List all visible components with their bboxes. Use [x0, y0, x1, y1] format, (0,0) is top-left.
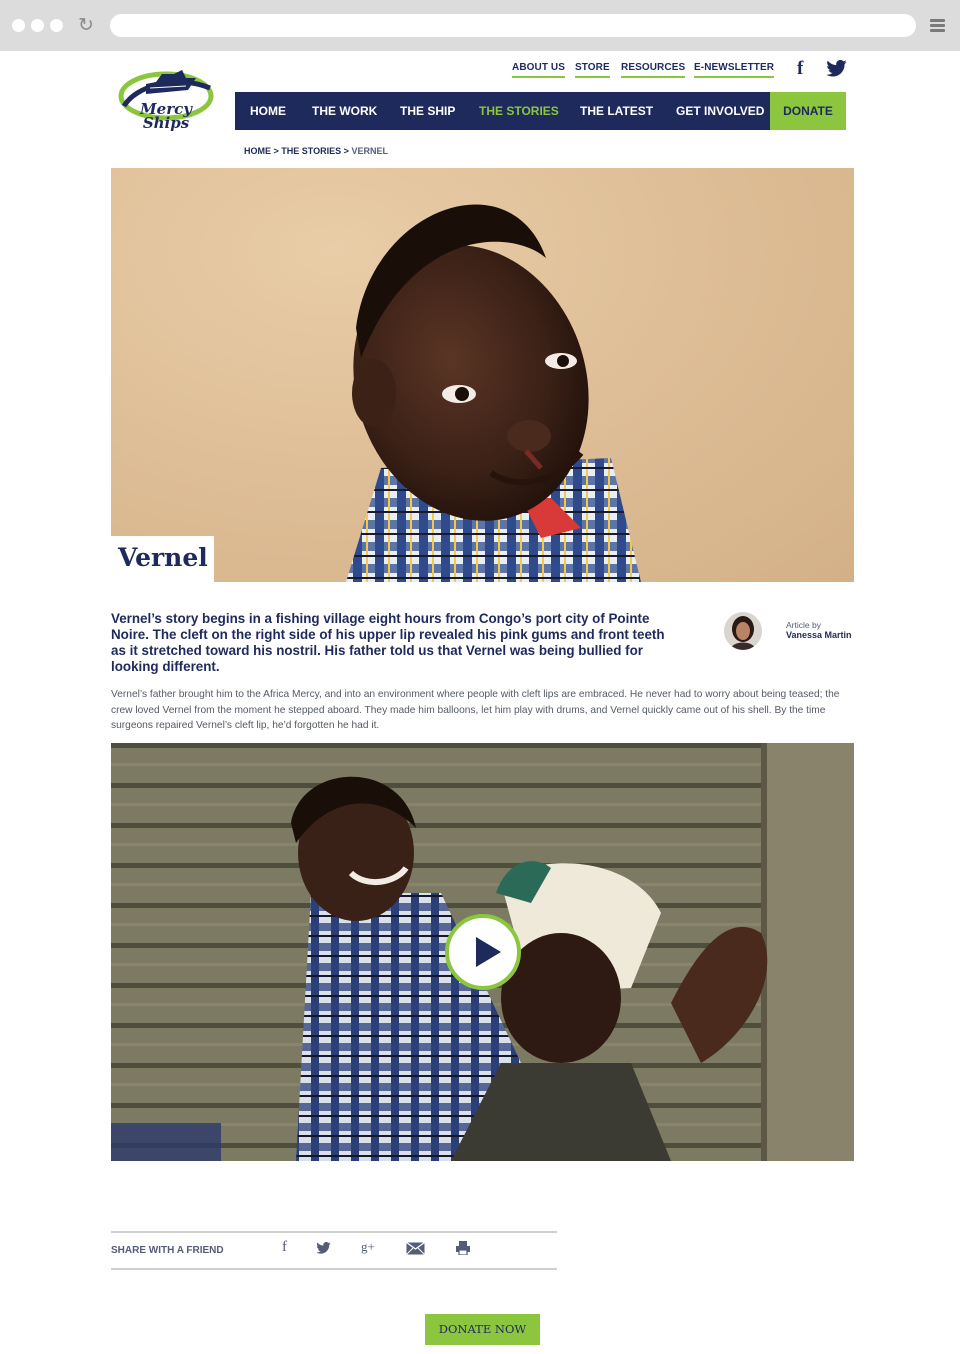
twitter-share-icon[interactable] [316, 1241, 331, 1261]
page-title: Vernel [118, 543, 208, 572]
boy-portrait-illustration [346, 204, 641, 582]
donate-now-button[interactable]: DONATE NOW [425, 1314, 540, 1345]
article-intro: Vernel’s story begins in a fishing villa… [111, 611, 665, 674]
address-bar[interactable] [110, 14, 916, 37]
hero-image [111, 168, 854, 582]
nav-item-home[interactable]: HOME [250, 92, 286, 130]
share-divider-top [111, 1231, 557, 1233]
print-icon[interactable] [456, 1241, 470, 1261]
breadcrumb-separator: > [273, 146, 279, 156]
author-name[interactable]: Vanessa Martin [786, 630, 852, 640]
nav-item-the-stories[interactable]: THE STORIES [479, 92, 559, 130]
utility-nav: ABOUT US STORE RESOURCES E-NEWSLETTER [0, 62, 960, 82]
share-label: SHARE WITH A FRIEND [111, 1245, 224, 1256]
breadcrumb: HOME > THE STORIES > VERNEL [244, 146, 388, 156]
nav-item-the-ship[interactable]: THE SHIP [400, 92, 455, 130]
hamburger-menu-icon[interactable] [930, 19, 945, 32]
reload-icon[interactable]: ↻ [76, 16, 96, 36]
nav-donate-button[interactable]: DONATE [770, 92, 846, 130]
logo-word-ships: Ships [142, 114, 190, 132]
breadcrumb-home[interactable]: HOME [244, 146, 271, 156]
window-close-dot[interactable] [12, 19, 25, 32]
util-link-resources[interactable]: RESOURCES [621, 62, 686, 78]
util-link-e-newsletter[interactable]: E-NEWSLETTER [694, 62, 775, 78]
nav-item-get-involved[interactable]: GET INVOLVED [676, 92, 764, 130]
breadcrumb-the-stories[interactable]: THE STORIES [281, 146, 341, 156]
facebook-icon[interactable]: f [797, 58, 803, 80]
breadcrumb-separator: > [343, 146, 349, 156]
author-avatar [724, 612, 762, 650]
email-share-icon[interactable] [406, 1241, 425, 1262]
play-icon [476, 937, 501, 967]
nav-item-the-work[interactable]: THE WORK [312, 92, 377, 130]
main-nav: HOME THE WORK THE SHIP THE STORIES THE L… [235, 92, 846, 130]
util-link-store[interactable]: STORE [575, 62, 610, 78]
facebook-share-icon[interactable]: f [282, 1239, 287, 1259]
article-body: Vernel’s father brought him to the Afric… [111, 689, 840, 731]
breadcrumb-current: VERNEL [351, 146, 388, 156]
browser-toolbar: ↻ [0, 0, 960, 51]
window-minimize-dot[interactable] [31, 19, 44, 32]
window-maximize-dot[interactable] [50, 19, 63, 32]
util-link-about-us[interactable]: ABOUT US [512, 62, 566, 78]
twitter-icon[interactable] [826, 59, 847, 82]
share-divider-bottom [111, 1268, 557, 1270]
author-label: Article by [786, 620, 821, 630]
logo-wordmark: Mercy Ships [138, 102, 194, 132]
play-button[interactable] [445, 914, 521, 990]
google-plus-share-icon[interactable]: g+ [361, 1239, 375, 1259]
nav-item-the-latest[interactable]: THE LATEST [580, 92, 653, 130]
